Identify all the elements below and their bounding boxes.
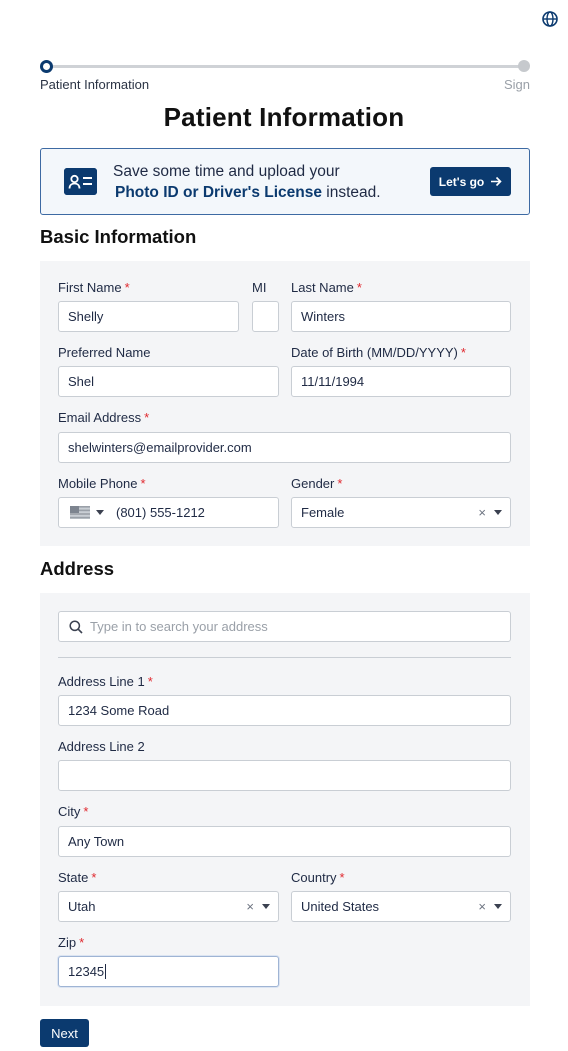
- email-input[interactable]: shelwinters@emailprovider.com: [58, 432, 511, 463]
- country-chevron-down-icon[interactable]: [494, 904, 502, 909]
- banner-line1: Save some time and upload your: [113, 163, 340, 180]
- progress-track: [46, 65, 524, 68]
- basic-info-heading: Basic Information: [40, 226, 197, 247]
- current-step-label: Patient Information: [40, 77, 150, 92]
- final-step-marker: [518, 60, 530, 72]
- final-step-label: Sign: [503, 77, 530, 92]
- preferred-name-input[interactable]: Shel: [58, 366, 279, 397]
- current-step-marker: [40, 60, 53, 73]
- state-label: State *: [58, 870, 97, 885]
- city-label: City *: [58, 804, 89, 819]
- address-line2-input[interactable]: [58, 760, 511, 791]
- us-flag-icon[interactable]: [70, 506, 90, 519]
- arrow-right-icon: [491, 176, 502, 187]
- banner-text: Save some time and upload your Photo ID …: [113, 161, 381, 203]
- next-button[interactable]: Next: [40, 1019, 89, 1047]
- dob-input[interactable]: 11/11/1994: [291, 366, 511, 397]
- upload-id-banner: Save some time and upload your Photo ID …: [40, 148, 530, 215]
- address-line1-input[interactable]: 1234 Some Road: [58, 695, 511, 726]
- state-select[interactable]: Utah ×: [58, 891, 279, 922]
- address-line1-label: Address Line 1 *: [58, 674, 153, 689]
- address-panel: Type in to search your address Address L…: [40, 593, 530, 1006]
- state-chevron-down-icon[interactable]: [262, 904, 270, 909]
- mi-input[interactable]: [252, 301, 279, 332]
- country-clear-icon[interactable]: ×: [478, 899, 486, 914]
- lets-go-button[interactable]: Let's go: [430, 167, 511, 196]
- gender-chevron-down-icon[interactable]: [494, 510, 502, 515]
- basic-info-panel: First Name * Shelly MI Last Name * Winters…: [40, 261, 530, 546]
- zip-input[interactable]: 12345: [58, 956, 279, 987]
- photo-id-link[interactable]: Photo ID or Driver's License: [115, 184, 322, 201]
- first-name-input[interactable]: Shelly: [58, 301, 239, 332]
- address-search-input[interactable]: Type in to search your address: [58, 611, 511, 642]
- dob-label: Date of Birth (MM/DD/YYYY) *: [291, 345, 466, 360]
- first-name-label: First Name *: [58, 280, 130, 295]
- zip-label: Zip *: [58, 935, 85, 950]
- banner-line2-suffix: instead.: [326, 184, 381, 201]
- id-card-icon: [64, 168, 97, 195]
- state-clear-icon[interactable]: ×: [246, 899, 254, 914]
- address-heading: Address: [40, 558, 115, 579]
- globe-icon[interactable]: [541, 10, 559, 28]
- country-label: Country *: [291, 870, 345, 885]
- mi-label: MI: [252, 280, 267, 295]
- mobile-phone-label: Mobile Phone *: [58, 476, 146, 491]
- last-name-input[interactable]: Winters: [291, 301, 511, 332]
- mobile-phone-input[interactable]: (801) 555-1212: [58, 497, 279, 528]
- country-select[interactable]: United States ×: [291, 891, 511, 922]
- preferred-name-label: Preferred Name: [58, 345, 151, 360]
- page-title: Patient Information: [163, 102, 405, 132]
- address-divider: [58, 657, 511, 658]
- progress-stepper: Patient Information Sign: [40, 58, 530, 94]
- email-label: Email Address *: [58, 410, 150, 425]
- gender-select[interactable]: Female ×: [291, 497, 511, 528]
- city-input[interactable]: Any Town: [58, 826, 511, 857]
- country-code-chevron-down-icon[interactable]: [96, 510, 104, 515]
- gender-label: Gender *: [291, 476, 343, 491]
- address-line2-label: Address Line 2: [58, 739, 145, 754]
- lets-go-label: Let's go: [438, 174, 485, 189]
- gender-clear-icon[interactable]: ×: [478, 505, 486, 520]
- last-name-label: Last Name *: [291, 280, 362, 295]
- text-cursor: [105, 964, 107, 979]
- search-icon: [69, 619, 83, 634]
